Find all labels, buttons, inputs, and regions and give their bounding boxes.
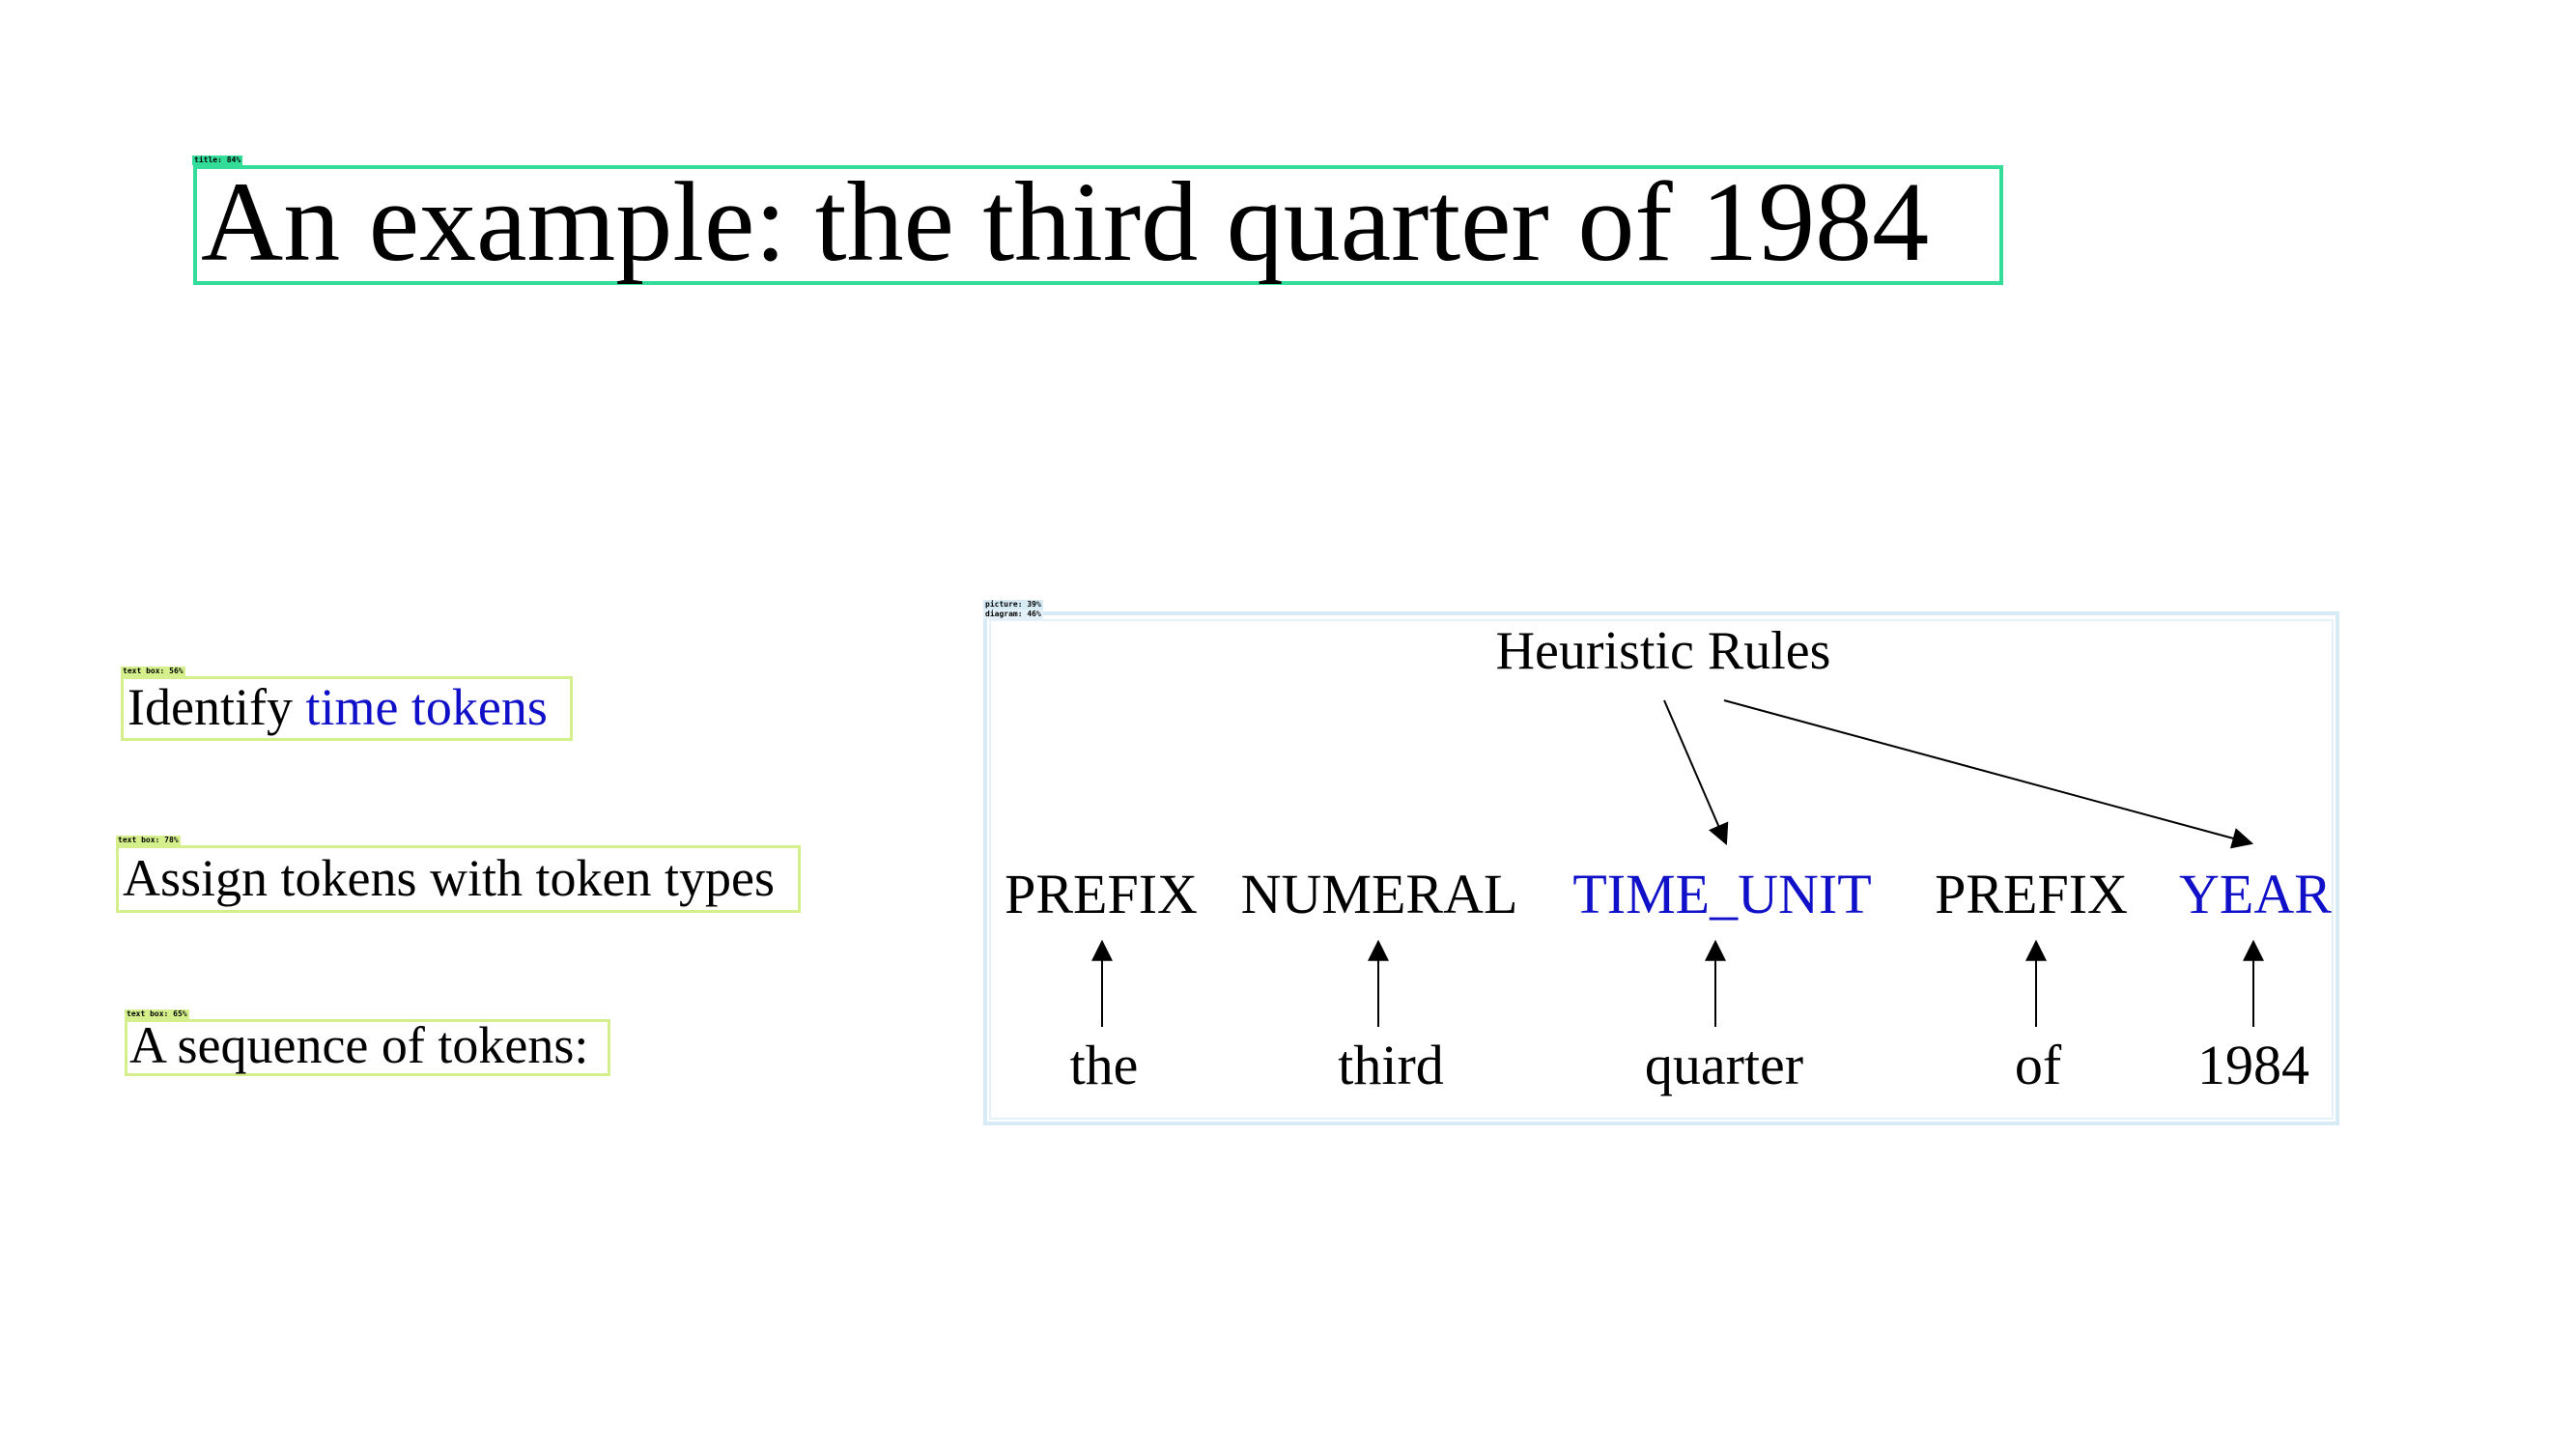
token-word-label: of [2015, 1034, 2062, 1096]
token-word-label: 1984 [2197, 1034, 2309, 1096]
token-type-label: PREFIX [1935, 863, 2128, 925]
heuristic-rules-label: Heuristic Rules [1496, 621, 1831, 681]
token-diagram: Heuristic Rules PREFIX NUMERAL TIME_UNIT PR… [1005, 621, 2332, 1096]
token-arrows [1091, 939, 2264, 1027]
token-type-labels: PREFIX NUMERAL TIME_UNIT PREFIX YEAR [1005, 863, 2332, 925]
rule-to-type-arrow [1663, 699, 1729, 846]
token-type-label: PREFIX [1005, 863, 1198, 925]
token-type-label: NUMERAL [1241, 863, 1518, 925]
rule-arrows [1663, 699, 2254, 849]
token-type-label: TIME_UNIT [1572, 863, 1871, 925]
token-word-label: the [1070, 1034, 1139, 1096]
token-word-label: third [1338, 1034, 1444, 1096]
rule-to-type-arrow [1723, 699, 2254, 849]
token-word-label: quarter [1645, 1034, 1803, 1096]
token-type-label: YEAR [2179, 863, 2332, 925]
token-word-labels: the third quarter of 1984 [1070, 1034, 2309, 1096]
